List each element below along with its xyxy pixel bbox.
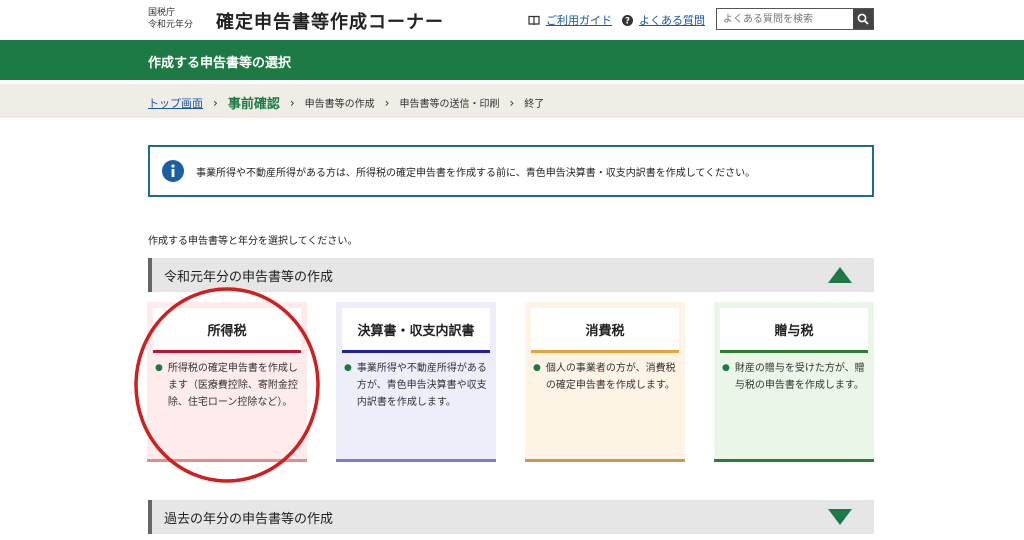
search-input[interactable]	[717, 9, 853, 29]
breadcrumb-step: 申告書等の作成	[304, 99, 375, 110]
section-title: 過去の年分の申告書等の作成	[164, 512, 334, 527]
chevron-right-icon: ›	[213, 95, 218, 110]
section-title: 令和元年分の申告書等の作成	[164, 270, 334, 285]
faq-search	[716, 8, 874, 30]
faq-link[interactable]: ? よくある質問	[622, 12, 705, 28]
selection-prompt: 作成する申告書等と年分を選択してください。	[148, 236, 358, 247]
card-description: ● 個人の事業者の方が、消費税の確定申告書を作成します。	[533, 360, 679, 394]
info-icon	[162, 160, 184, 182]
past-years-section-header[interactable]: 過去の年分の申告書等の作成	[148, 500, 874, 534]
page-title: 作成する申告書等の選択	[148, 56, 292, 71]
search-icon	[857, 10, 869, 29]
card-description: ● 財産の贈与を受けた方が、贈与税の申告書を作成します。	[722, 360, 868, 394]
card-description: ● 事業所得や不動産所得がある方が、青色申告決算書や収支内訳書を作成します。	[344, 360, 490, 411]
chevron-right-icon: ›	[509, 95, 515, 110]
bullet-icon: ●	[722, 363, 730, 373]
card-bottom-border	[336, 459, 496, 462]
card-bottom-border	[525, 459, 685, 462]
faq-link-label: よくある質問	[639, 14, 705, 27]
chevron-right-icon: ›	[289, 95, 295, 110]
agency-name: 国税庁	[148, 8, 176, 18]
book-icon	[528, 15, 540, 26]
bullet-icon: ●	[344, 363, 352, 373]
card-title: 消費税	[585, 324, 625, 339]
question-icon: ?	[622, 14, 633, 26]
breadcrumb-bar: トップ画面 › 事前確認 › 申告書等の作成 › 申告書等の送信・印刷 › 終了	[0, 84, 1024, 118]
card-title-box: 贈与税	[720, 308, 868, 352]
card-accent-line	[720, 350, 868, 353]
card-gift-tax[interactable]: 贈与税 ● 財産の贈与を受けた方が、贈与税の申告書を作成します。	[714, 302, 874, 462]
breadcrumb-step: 終了	[524, 99, 545, 110]
notice-text: 事業所得や不動産所得がある方は、所得税の確定申告書を作成する前に、青色申告決算書…	[196, 167, 756, 179]
card-accent-line	[342, 350, 490, 353]
svg-text:?: ?	[625, 16, 630, 25]
highlight-circle	[134, 287, 320, 483]
site-title[interactable]: 確定申告書等作成コーナー	[216, 8, 444, 34]
card-title-box: 消費税	[531, 308, 679, 352]
card-accent-line	[531, 350, 679, 353]
triangle-down-icon[interactable]	[828, 509, 852, 529]
card-title-box: 決算書・収支内訳書	[342, 308, 490, 352]
card-description-text: 個人の事業者の方が、消費税の確定申告書を作成します。	[545, 363, 676, 391]
card-consumption-tax[interactable]: 消費税 ● 個人の事業者の方が、消費税の確定申告書を作成します。	[525, 302, 685, 462]
breadcrumb-step: 申告書等の送信・印刷	[399, 99, 500, 110]
triangle-up-icon[interactable]	[828, 267, 852, 287]
chevron-right-icon: ›	[384, 95, 390, 110]
info-notice: 事業所得や不動産所得がある方は、所得税の確定申告書を作成する前に、青色申告決算書…	[148, 145, 874, 197]
card-financial-statement[interactable]: 決算書・収支内訳書 ● 事業所得や不動産所得がある方が、青色申告決算書や収支内訳…	[336, 302, 496, 462]
card-description-text: 事業所得や不動産所得がある方が、青色申告決算書や収支内訳書を作成します。	[356, 363, 487, 408]
guide-link-label: ご利用ガイド	[546, 14, 612, 27]
bullet-icon: ●	[533, 363, 541, 373]
search-button[interactable]	[853, 9, 873, 29]
breadcrumb: トップ画面 › 事前確認 › 申告書等の作成 › 申告書等の送信・印刷 › 終了	[148, 93, 545, 113]
page-title-bar: 作成する申告書等の選択	[0, 40, 1024, 80]
card-title: 贈与税	[774, 324, 814, 339]
card-title: 決算書・収支内訳書	[357, 324, 475, 339]
fiscal-year-label: 令和元年分	[148, 20, 194, 30]
breadcrumb-home-link[interactable]: トップ画面	[148, 95, 203, 111]
breadcrumb-current: 事前確認	[227, 97, 280, 112]
card-bottom-border	[714, 459, 874, 462]
guide-link[interactable]: ご利用ガイド	[528, 12, 612, 28]
site-header: 国税庁 令和元年分 確定申告書等作成コーナー ご利用ガイド ? よくある質問	[0, 0, 1024, 40]
agency-label: 国税庁 令和元年分	[148, 7, 193, 31]
card-description-text: 財産の贈与を受けた方が、贈与税の申告書を作成します。	[734, 363, 865, 391]
